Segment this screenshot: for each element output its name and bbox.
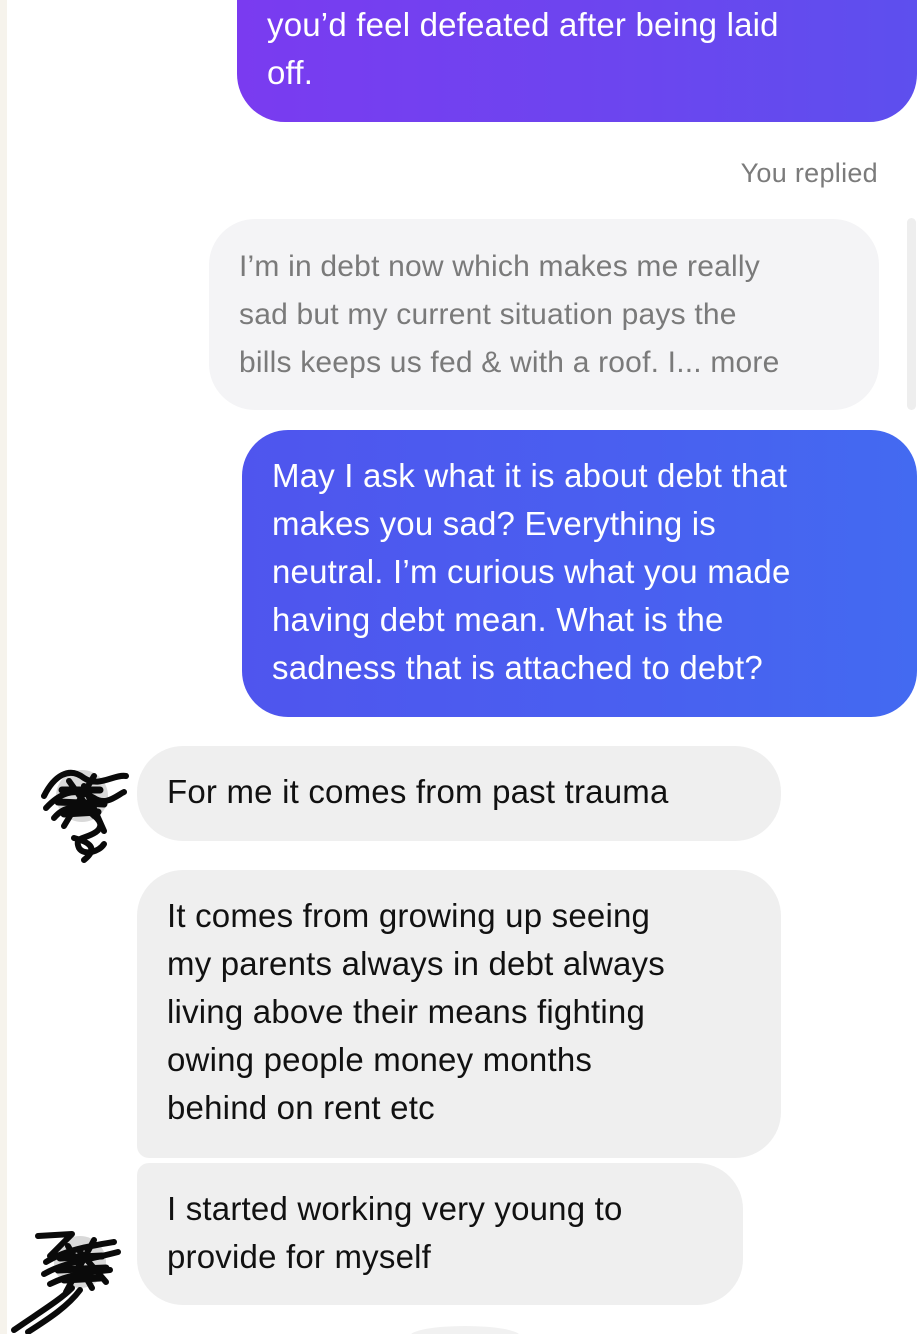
outgoing-message-bubble[interactable]: you’d feel defeated after being laid off… — [237, 0, 917, 122]
next-message-hint — [410, 1326, 520, 1334]
quoted-message-bubble[interactable]: I’m in debt now which makes me really sa… — [209, 219, 879, 410]
left-edge-strip — [0, 0, 7, 1334]
outgoing-message-bubble[interactable]: May I ask what it is about debt that mak… — [242, 430, 917, 717]
incoming-message-bubble[interactable]: It comes from growing up seeing my paren… — [137, 870, 781, 1158]
scribbled-avatar-icon[interactable] — [34, 756, 134, 866]
reply-label: You replied — [740, 158, 878, 188]
chat-screen: you’d feel defeated after being laid off… — [0, 0, 924, 1334]
incoming-message-bubble[interactable]: For me it comes from past trauma — [137, 746, 781, 841]
scribbled-avatar-icon[interactable] — [10, 1222, 121, 1334]
incoming-message-bubble[interactable]: I started working very young to provide … — [137, 1163, 743, 1305]
scroll-indicator[interactable] — [907, 218, 916, 410]
